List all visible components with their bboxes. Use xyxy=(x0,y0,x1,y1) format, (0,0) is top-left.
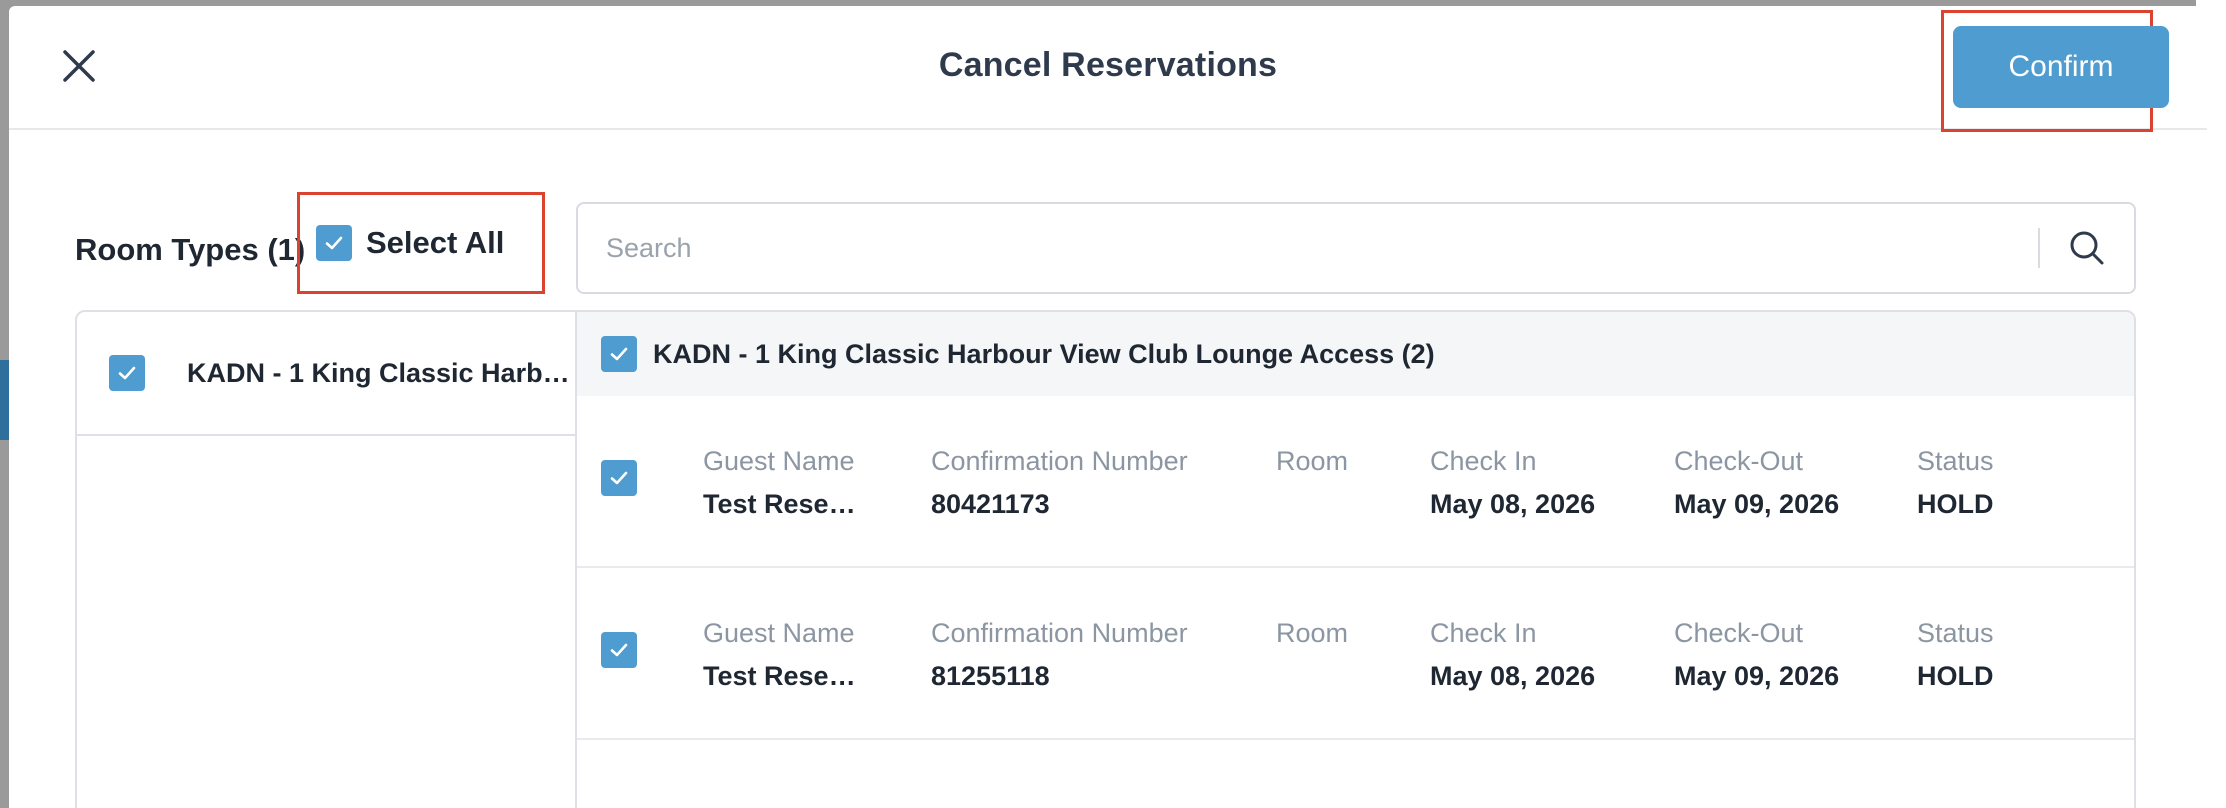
check-out-label: Check-Out xyxy=(1674,618,1804,648)
guest-name-label: Guest Name xyxy=(703,618,855,648)
room-label: Room xyxy=(1276,446,1349,476)
select-all-checkbox[interactable] xyxy=(316,225,352,261)
search-input[interactable] xyxy=(578,204,2038,292)
status-value: HOLD xyxy=(1917,489,1994,519)
guest-name-value: Test Reservation xyxy=(703,661,863,691)
search-icon xyxy=(2070,231,2104,265)
check-in-label: Check In xyxy=(1430,446,1537,476)
confirm-button[interactable]: Confirm xyxy=(1953,26,2169,108)
check-out-field: Check-Out May 09, 2026 xyxy=(1674,618,1839,692)
status-label: Status xyxy=(1917,618,1994,648)
check-icon xyxy=(610,471,628,485)
guest-name-value: Test Reservation xyxy=(703,489,863,519)
check-icon xyxy=(610,347,628,361)
check-icon xyxy=(610,643,628,657)
check-in-value: May 08, 2026 xyxy=(1430,489,1596,519)
room-label: Room xyxy=(1276,618,1349,648)
select-all-label: Select All xyxy=(366,225,505,260)
check-out-field: Check-Out May 09, 2026 xyxy=(1674,446,1839,520)
room-types-label: Room Types (1) xyxy=(75,232,306,267)
search-box xyxy=(576,202,2136,294)
check-in-field: Check In May 08, 2026 xyxy=(1430,618,1595,692)
reservation-checkbox[interactable] xyxy=(601,632,637,668)
room-field: Room xyxy=(1276,446,1348,489)
check-in-field: Check In May 08, 2026 xyxy=(1430,446,1595,520)
room-type-label: KADN - 1 King Classic Harbour View Club … xyxy=(187,357,575,388)
check-out-value: May 09, 2026 xyxy=(1674,661,1840,691)
guest-name-field: Guest Name Test Reservation xyxy=(703,618,873,692)
guest-name-field: Guest Name Test Reservation xyxy=(703,446,873,520)
reservation-checkbox[interactable] xyxy=(601,460,637,496)
status-field: Status HOLD xyxy=(1917,618,1994,692)
group-checkbox[interactable] xyxy=(601,336,637,372)
cancel-reservations-dialog: Cancel Reservations Confirm Room Types (… xyxy=(9,6,2207,808)
check-out-label: Check-Out xyxy=(1674,446,1804,476)
check-out-value: May 09, 2026 xyxy=(1674,489,1840,519)
status-label: Status xyxy=(1917,446,1994,476)
room-field: Room xyxy=(1276,618,1348,661)
reservation-row: Guest Name Test Reservation Confirmation… xyxy=(577,396,2134,568)
check-in-label: Check In xyxy=(1430,618,1537,648)
dialog-title: Cancel Reservations xyxy=(938,46,1278,84)
confirmation-number-value: 80421173 xyxy=(931,489,1050,519)
guest-name-label: Guest Name xyxy=(703,446,855,476)
status-value: HOLD xyxy=(1917,661,1994,691)
confirmation-number-label: Confirmation Number xyxy=(931,618,1188,648)
reservation-row: Guest Name Test Reservation Confirmation… xyxy=(577,568,2134,740)
select-all-control[interactable]: Select All xyxy=(297,192,545,294)
dialog-header: Cancel Reservations Confirm xyxy=(9,6,2207,132)
reservation-group: KADN - 1 King Classic Harbour View Club … xyxy=(577,312,2134,808)
confirmation-number-label: Confirmation Number xyxy=(931,446,1188,476)
confirmation-number-field: Confirmation Number 81255118 xyxy=(931,618,1188,692)
room-type-item[interactable]: KADN - 1 King Classic Harbour View Club … xyxy=(77,312,575,436)
confirmation-number-value: 81255118 xyxy=(931,661,1050,691)
check-icon xyxy=(325,236,343,250)
reservations-panel: KADN - 1 King Classic Harbour View Club … xyxy=(75,310,2136,808)
toolbar: Room Types (1) Select All xyxy=(9,188,2207,298)
confirmation-number-field: Confirmation Number 80421173 xyxy=(931,446,1188,520)
room-type-list: KADN - 1 King Classic Harbour View Club … xyxy=(77,312,577,808)
status-field: Status HOLD xyxy=(1917,446,1994,520)
room-type-checkbox[interactable] xyxy=(109,355,145,391)
group-header: KADN - 1 King Classic Harbour View Club … xyxy=(577,312,2134,396)
check-icon xyxy=(118,366,136,380)
check-in-value: May 08, 2026 xyxy=(1430,661,1596,691)
group-title: KADN - 1 King Classic Harbour View Club … xyxy=(653,338,1435,369)
search-button[interactable] xyxy=(2040,204,2134,292)
